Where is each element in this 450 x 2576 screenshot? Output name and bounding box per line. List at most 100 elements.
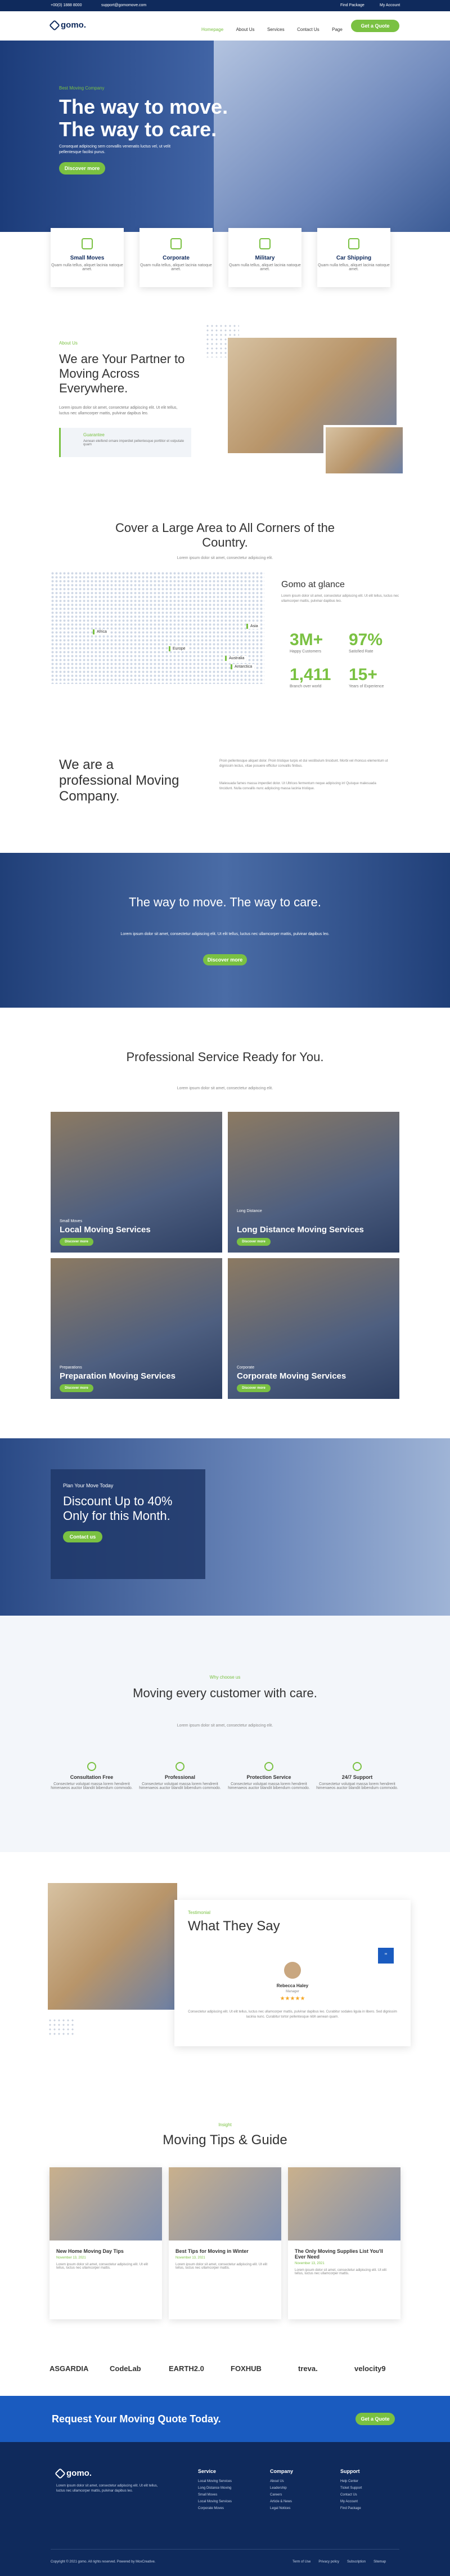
get-quote-button[interactable]: Get a Quote — [351, 20, 399, 32]
footer-link[interactable]: About Us — [270, 2480, 332, 2483]
blog-post-title[interactable]: Best Tips for Moving in Winter — [176, 2248, 274, 2254]
topbar-find-package[interactable]: Find Package — [340, 3, 364, 7]
discount-box: Plan Your Move Today Discount Up to 40% … — [51, 1469, 205, 1579]
band-discover-button[interactable]: Discover more — [203, 954, 247, 965]
hero-title-line1: The way to move. — [59, 95, 228, 118]
brand-logo: EARTH2.0 — [169, 2364, 204, 2373]
footer-link[interactable]: Local Moving Services — [198, 2480, 260, 2483]
stat: 1,411 Branch over world — [290, 665, 331, 688]
service-discover-button[interactable]: Discover more — [60, 1384, 93, 1392]
stat: 3M+ Happy Customers — [290, 630, 323, 654]
footer-link[interactable]: My Account — [340, 2500, 402, 2503]
contact-us-button[interactable]: Contact us — [63, 1531, 102, 1542]
blog-post-date: November 13, 2021 — [56, 2256, 86, 2260]
testimonial-title: What They Say — [188, 1918, 280, 1934]
legal-link[interactable]: Subscription — [347, 2560, 366, 2564]
coverage-text: Lorem ipsum dolor sit amet, consectetur … — [177, 556, 273, 560]
footer-link[interactable]: Find Package — [340, 2507, 402, 2510]
service-title: Preparation Moving Services — [60, 1371, 176, 1381]
feature-corporate[interactable]: Corporate Quam nulla tellus, aliquet laci… — [140, 228, 213, 287]
footer-link[interactable]: Ticket Support — [340, 2486, 402, 2490]
footer-logo[interactable]: gomo. — [55, 2467, 92, 2479]
service-card[interactable]: Corporate Corporate Moving Services Discov… — [228, 1258, 399, 1399]
feature-text: Quam nulla tellus, aliquet lacinia natoq… — [51, 263, 123, 271]
nav-services[interactable]: Services — [267, 27, 285, 32]
feature-title: Corporate — [163, 255, 190, 261]
service-discover-button[interactable]: Discover more — [237, 1384, 271, 1392]
footer-link[interactable]: Long Distance Moving — [198, 2486, 260, 2490]
dots-decoration — [48, 2018, 76, 2035]
stat: 15+ Years of Experience — [349, 665, 384, 688]
topbar-account[interactable]: My Account — [380, 3, 400, 7]
blog-title: Moving Tips & Guide — [163, 2132, 287, 2148]
services-text: Lorem ipsum dolor sit amet, consectetur … — [177, 1086, 273, 1090]
blog-card[interactable]: New Home Moving Day Tips November 13, 202… — [50, 2167, 162, 2319]
service-discover-button[interactable]: Discover more — [60, 1238, 93, 1246]
blog-card[interactable]: The Only Moving Supplies List You'll Eve… — [288, 2167, 400, 2319]
footer-link[interactable]: Contact Us — [340, 2493, 402, 2497]
box-icon — [82, 238, 93, 249]
testimonial-text: Consectetur adipiscing elit. Ut elit tel… — [188, 2010, 397, 2019]
reviewer-name: Rebecca Haley — [276, 1983, 309, 1988]
footer-col-support: Support Help Center Ticket Support Contact … — [340, 2468, 402, 2519]
stat-label: Satisfied Rate — [349, 650, 374, 654]
glance-title: Gomo at glance — [281, 580, 345, 589]
hero-discover-button[interactable]: Discover more — [59, 162, 105, 175]
service-discover-button[interactable]: Discover more — [237, 1238, 271, 1246]
service-card[interactable]: Preparations Preparation Moving Services D… — [51, 1258, 222, 1399]
why-item-title: Protection Service — [246, 1774, 291, 1780]
topbar: +00(0) 1888 8000 support@gomomove.com Fi… — [0, 0, 450, 11]
footer-legal-links: Term of Use Privacy policy Subscription Sit… — [292, 2560, 386, 2564]
footer-link[interactable]: Article & News — [270, 2500, 332, 2503]
blog-post-title[interactable]: New Home Moving Day Tips — [56, 2248, 155, 2254]
stat-value: 3M+ — [290, 630, 323, 649]
brand-logo: velocity9 — [354, 2364, 386, 2373]
why-item: Protection Service Consectetur volutpat m… — [227, 1762, 311, 1790]
service-card[interactable]: Small Moves Local Moving Services Discover… — [51, 1112, 222, 1253]
discount-title: Discount Up to 40% Only for this Month. — [63, 1494, 173, 1523]
blog-image — [169, 2167, 281, 2240]
stat-label: Years of Experience — [349, 685, 384, 688]
blog-image — [288, 2167, 400, 2240]
footer-link[interactable]: Help Center — [340, 2480, 402, 2483]
logo-icon — [49, 19, 60, 31]
navbar: gomo. Homepage About Us Services Contact… — [0, 11, 450, 41]
blog-post-title[interactable]: The Only Moving Supplies List You'll Eve… — [295, 2248, 394, 2260]
logo[interactable]: gomo. — [49, 19, 86, 31]
map-pin-label: Asia — [246, 624, 260, 629]
cta-quote-button[interactable]: Get a Quote — [356, 2413, 395, 2425]
service-title: Long Distance Moving Services — [237, 1225, 364, 1235]
pro-title: We are a professional Moving Company. — [59, 757, 179, 804]
map-pin-label: Africa — [93, 629, 109, 634]
footer-link[interactable]: Small Moves — [198, 2493, 260, 2497]
footer-link[interactable]: Local Moving Services — [198, 2500, 260, 2503]
feature-car-shipping[interactable]: Car Shipping Quam nulla tellus, aliquet l… — [317, 228, 390, 287]
pro-text-2: Malesuada fames massa imperdiet dolor. U… — [219, 782, 376, 790]
footer-link[interactable]: Leadership — [270, 2486, 332, 2490]
service-card[interactable]: Long Distance Long Distance Moving Servic… — [228, 1112, 399, 1253]
nav-contact[interactable]: Contact Us — [297, 27, 320, 32]
feature-small-moves[interactable]: Small Moves Quam nulla tellus, aliquet la… — [51, 228, 124, 287]
footer-link[interactable]: Legal Notices — [270, 2507, 332, 2510]
main-nav: Homepage About Us Services Contact Us Pa… — [201, 24, 353, 34]
nav-page[interactable]: Page — [332, 27, 343, 32]
blog-card[interactable]: Best Tips for Moving in Winter November 1… — [169, 2167, 281, 2319]
feature-military[interactable]: Military Quam nulla tellus, aliquet lacin… — [228, 228, 302, 287]
about-photo-small — [323, 425, 405, 476]
legal-link[interactable]: Sitemap — [374, 2560, 386, 2564]
topbar-phone[interactable]: +00(0) 1888 8000 — [51, 3, 82, 7]
blog-tag: Insight — [218, 2122, 232, 2127]
footer-link[interactable]: Careers — [270, 2493, 332, 2497]
nav-about[interactable]: About Us — [236, 27, 255, 32]
legal-link[interactable]: Term of Use — [292, 2560, 310, 2564]
pro-text-1: Proin pellentesque aliquet dolor. Proin … — [219, 759, 388, 768]
hero-image — [214, 41, 450, 232]
car-icon — [348, 238, 359, 249]
why-title: Moving every customer with care. — [133, 1686, 317, 1700]
footer-divider — [51, 2549, 399, 2550]
topbar-email[interactable]: support@gomomove.com — [101, 3, 146, 7]
legal-link[interactable]: Privacy policy — [318, 2560, 339, 2564]
footer-link[interactable]: Corporate Moves — [198, 2507, 260, 2510]
blog-post-excerpt: Lorem ipsum dolor sit amet, consectetur … — [295, 2269, 387, 2275]
nav-home[interactable]: Homepage — [201, 27, 223, 32]
